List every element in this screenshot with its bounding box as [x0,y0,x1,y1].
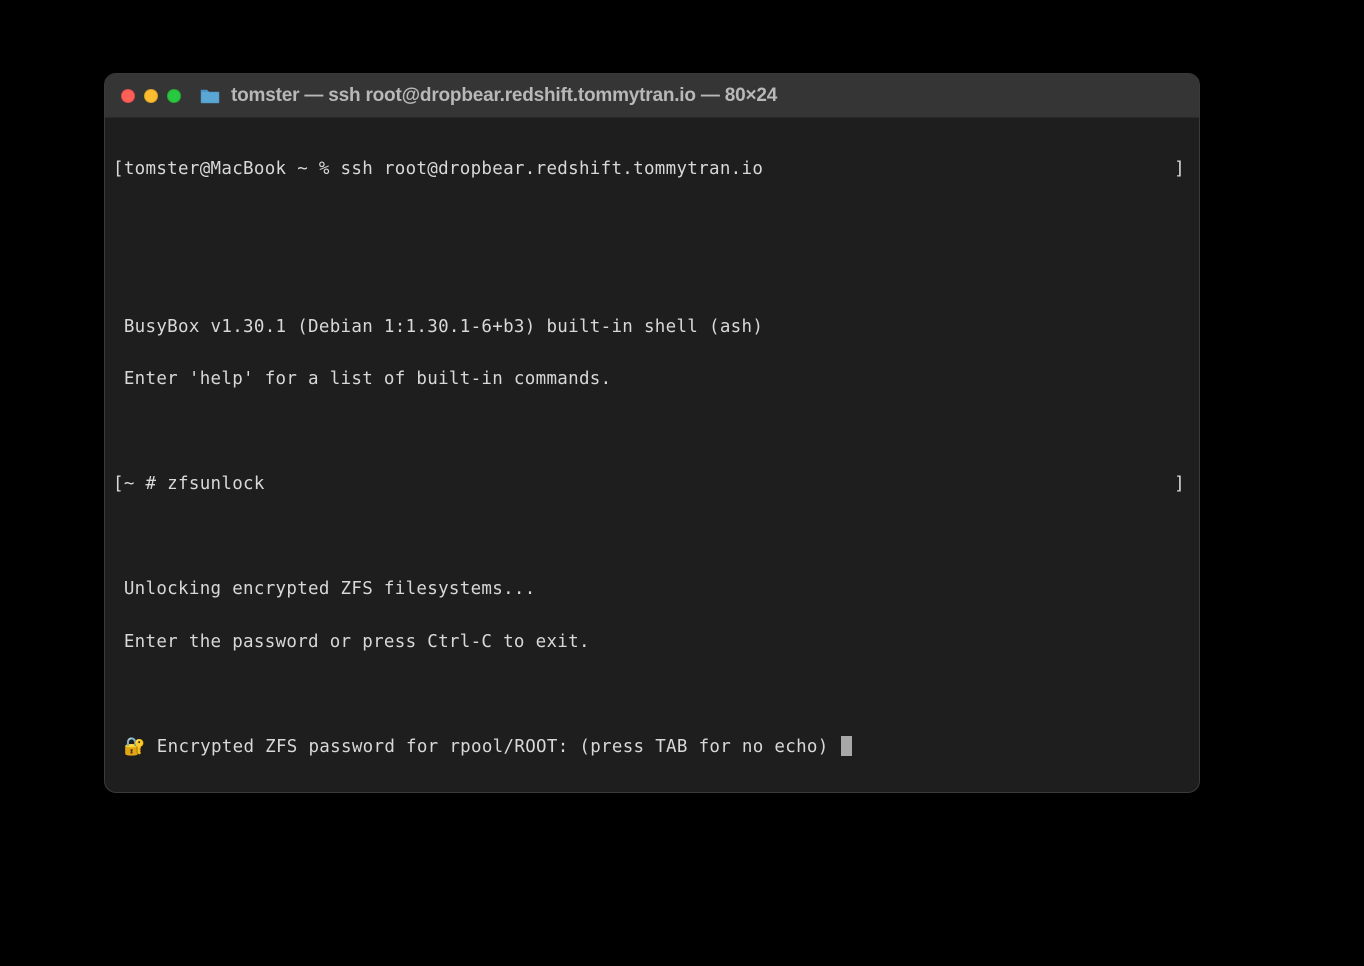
password-prompt-text: Encrypted ZFS password for rpool/ROOT: (… [146,737,840,757]
password-prompt-line: 🔐 Encrypted ZFS password for rpool/ROOT:… [109,734,1195,760]
bracket-close: ] [1174,471,1191,497]
unlock-instruction: Enter the password or press Ctrl-C to ex… [109,629,1195,655]
bracket-open: [ [113,474,124,494]
busybox-version: BusyBox v1.30.1 (Debian 1:1.30.1-6+b3) b… [109,314,1195,340]
prompt-line-1: [tomster@MacBook ~ % ssh root@dropbear.r… [109,156,1195,182]
folder-icon [199,87,221,105]
zfsunlock-command: ~ # zfsunlock [124,474,265,494]
blank-line [109,681,1195,707]
blank-line [109,261,1195,287]
lock-icon: 🔐 [124,737,146,757]
window-title: tomster — ssh root@dropbear.redshift.tom… [231,85,777,107]
blank-line [109,209,1195,235]
busybox-help: Enter 'help' for a list of built-in comm… [109,366,1195,392]
bracket-open: [ [113,159,124,179]
blank-line [109,524,1195,550]
terminal-content[interactable]: [tomster@MacBook ~ % ssh root@dropbear.r… [105,118,1199,793]
close-button[interactable] [121,89,135,103]
ssh-command: tomster@MacBook ~ % ssh root@dropbear.re… [124,159,763,179]
unlock-message: Unlocking encrypted ZFS filesystems... [109,576,1195,602]
blank-line [109,419,1195,445]
terminal-window: tomster — ssh root@dropbear.redshift.tom… [104,73,1200,793]
bracket-close: ] [1174,156,1191,182]
traffic-lights [121,89,181,103]
title-bar[interactable]: tomster — ssh root@dropbear.redshift.tom… [105,74,1199,118]
prompt-line-2: [~ # zfsunlock] [109,471,1195,497]
maximize-button[interactable] [167,89,181,103]
cursor [841,736,852,756]
minimize-button[interactable] [144,89,158,103]
